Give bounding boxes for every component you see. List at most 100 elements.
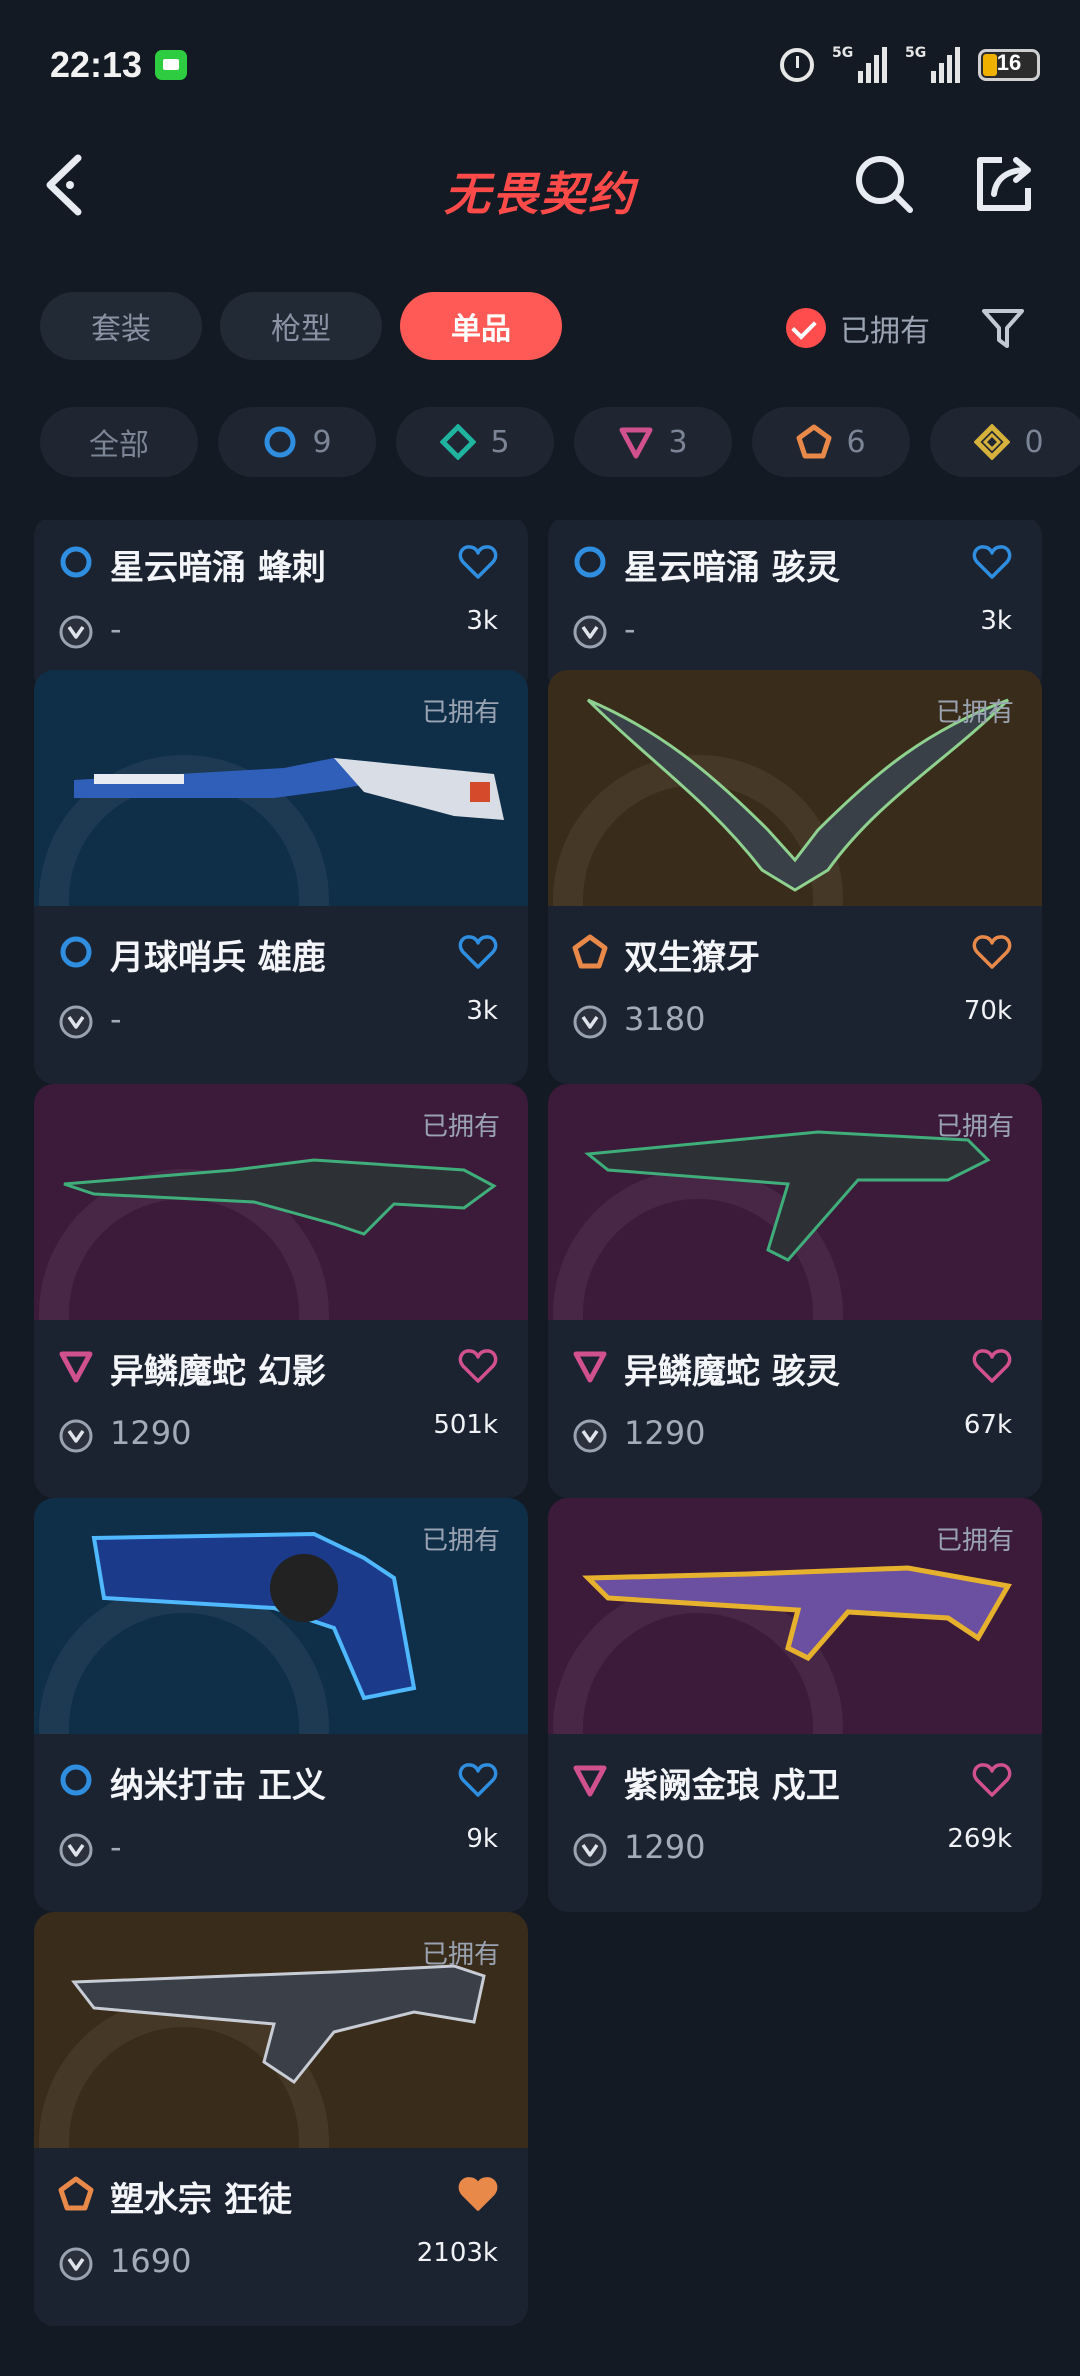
rarity-filter-chips: 全部 9 5 3 6 0	[40, 407, 1080, 477]
like-heart-icon[interactable]	[972, 934, 1012, 970]
item-price: -	[110, 610, 122, 648]
chip-all-label: 全部	[89, 428, 149, 463]
item-preview-image: 已拥有	[548, 1084, 1042, 1320]
tab-gun-types[interactable]: 枪型	[220, 292, 382, 360]
chip-exclusive-tier[interactable]: 6	[752, 407, 910, 477]
item-preview-image: 已拥有	[548, 670, 1042, 906]
like-heart-icon[interactable]	[972, 544, 1012, 580]
battery-level: 16	[996, 50, 1022, 75]
item-card[interactable]: 已拥有 塑水宗 狂徒 1690 2103k	[34, 1912, 528, 2326]
item-name: 双生獠牙	[624, 938, 760, 978]
like-heart-icon[interactable]	[458, 934, 498, 970]
premium-tier-icon	[619, 427, 653, 459]
item-preview-image: 已拥有	[34, 1084, 528, 1320]
owned-label: 已拥有	[935, 1112, 1014, 1142]
item-name: 星云暗涌 蜂刺	[110, 548, 326, 588]
item-preview-image: 已拥有	[34, 1498, 528, 1734]
item-card[interactable]: 已拥有 纳米打击 正义 - 9k	[34, 1498, 528, 1912]
item-name: 异鳞魔蛇 骇灵	[624, 1352, 840, 1392]
item-info: 纳米打击 正义 - 9k	[34, 1734, 528, 1912]
category-tabs: 套装 枪型 单品	[40, 292, 562, 362]
chip-select-tier[interactable]: 9	[218, 407, 376, 477]
chip-count: 5	[490, 424, 510, 460]
owned-label: 已拥有	[421, 1940, 500, 1970]
premium-tier-icon	[572, 1762, 608, 1798]
item-card[interactable]: 星云暗涌 骇灵 - 3k	[548, 520, 1042, 694]
chip-count: 9	[312, 424, 332, 460]
vp-currency-icon	[58, 614, 94, 650]
premium-tier-icon	[572, 1348, 608, 1384]
item-grid: 星云暗涌 蜂刺 - 3k 星云暗涌 骇灵 - 3k 已拥有 月球哨兵 雄鹿 - …	[0, 520, 1080, 2376]
like-count: 501k	[433, 1410, 498, 1440]
item-card[interactable]: 已拥有 异鳞魔蛇 骇灵 1290 67k	[548, 1084, 1042, 1498]
exclusive-tier-icon	[58, 2176, 94, 2212]
message-notification-icon	[155, 50, 187, 80]
chip-ultra-tier[interactable]: 0	[930, 407, 1080, 477]
tab-items[interactable]: 单品	[400, 292, 562, 360]
item-preview-image: 已拥有	[548, 1498, 1042, 1734]
item-info: 双生獠牙 3180 70k	[548, 906, 1042, 1084]
item-card[interactable]: 星云暗涌 蜂刺 - 3k	[34, 520, 528, 694]
signal-icon: 5G	[832, 45, 887, 83]
item-preview-image: 已拥有	[34, 1912, 528, 2148]
item-price: -	[110, 1828, 122, 1866]
search-button[interactable]	[852, 152, 916, 216]
item-card[interactable]: 已拥有 异鳞魔蛇 幻影 1290 501k	[34, 1084, 528, 1498]
like-count: 67k	[963, 1410, 1012, 1440]
vp-currency-icon	[572, 614, 608, 650]
item-price: 1290	[110, 1414, 192, 1452]
item-name: 异鳞魔蛇 幻影	[110, 1352, 326, 1392]
item-card[interactable]: 已拥有 月球哨兵 雄鹿 - 3k	[34, 670, 528, 1084]
chip-count: 0	[1024, 424, 1044, 460]
owned-label: 已拥有	[935, 698, 1014, 728]
select-tier-icon	[58, 1762, 94, 1798]
like-heart-icon[interactable]	[458, 2176, 498, 2212]
item-name: 紫阙金琅 戍卫	[624, 1766, 840, 1806]
like-heart-icon[interactable]	[458, 1762, 498, 1798]
status-icons: 5G 5G 16	[780, 40, 1040, 90]
item-price: 1290	[624, 1828, 706, 1866]
filter-button[interactable]	[980, 306, 1026, 350]
vp-currency-icon	[572, 1004, 608, 1040]
item-price: 1690	[110, 2242, 192, 2280]
owned-filter-label: 已拥有	[840, 314, 930, 349]
vp-currency-icon	[58, 1004, 94, 1040]
search-icon	[856, 156, 913, 213]
tab-suits[interactable]: 套装	[40, 292, 202, 360]
like-count: 2103k	[416, 2238, 498, 2268]
vp-currency-icon	[58, 1418, 94, 1454]
owned-filter-toggle[interactable]: 已拥有	[786, 306, 930, 350]
item-preview-image: 已拥有	[34, 670, 528, 906]
item-info: 紫阙金琅 戍卫 1290 269k	[548, 1734, 1042, 1912]
chip-all[interactable]: 全部	[40, 407, 198, 477]
signal-icon-2: 5G	[905, 45, 960, 83]
like-count: 3k	[466, 996, 498, 1026]
like-heart-icon[interactable]	[458, 1348, 498, 1384]
vp-currency-icon	[58, 1832, 94, 1868]
item-info: 异鳞魔蛇 幻影 1290 501k	[34, 1320, 528, 1498]
item-info: 星云暗涌 蜂刺 - 3k	[34, 520, 528, 694]
network-type-label-2: 5G	[905, 45, 927, 61]
item-name: 星云暗涌 骇灵	[624, 548, 840, 588]
like-count: 9k	[466, 1824, 498, 1854]
item-card[interactable]: 已拥有 双生獠牙 3180 70k	[548, 670, 1042, 1084]
owned-label: 已拥有	[935, 1526, 1014, 1556]
item-price: 3180	[624, 1000, 706, 1038]
item-info: 月球哨兵 雄鹿 - 3k	[34, 906, 528, 1084]
select-tier-icon	[264, 426, 296, 458]
vp-currency-icon	[572, 1418, 608, 1454]
clock: 22:13	[50, 44, 143, 85]
item-card[interactable]: 已拥有 紫阙金琅 戍卫 1290 269k	[548, 1498, 1042, 1912]
select-tier-icon	[58, 934, 94, 970]
owned-label: 已拥有	[421, 1526, 500, 1556]
like-count: 70k	[963, 996, 1012, 1026]
share-button[interactable]	[972, 152, 1036, 216]
select-tier-icon	[58, 544, 94, 580]
item-info: 星云暗涌 骇灵 - 3k	[548, 520, 1042, 694]
like-heart-icon[interactable]	[972, 1348, 1012, 1384]
chip-deluxe-tier[interactable]: 5	[396, 407, 554, 477]
like-count: 3k	[980, 606, 1012, 636]
like-heart-icon[interactable]	[458, 544, 498, 580]
like-heart-icon[interactable]	[972, 1762, 1012, 1798]
chip-premium-tier[interactable]: 3	[574, 407, 732, 477]
